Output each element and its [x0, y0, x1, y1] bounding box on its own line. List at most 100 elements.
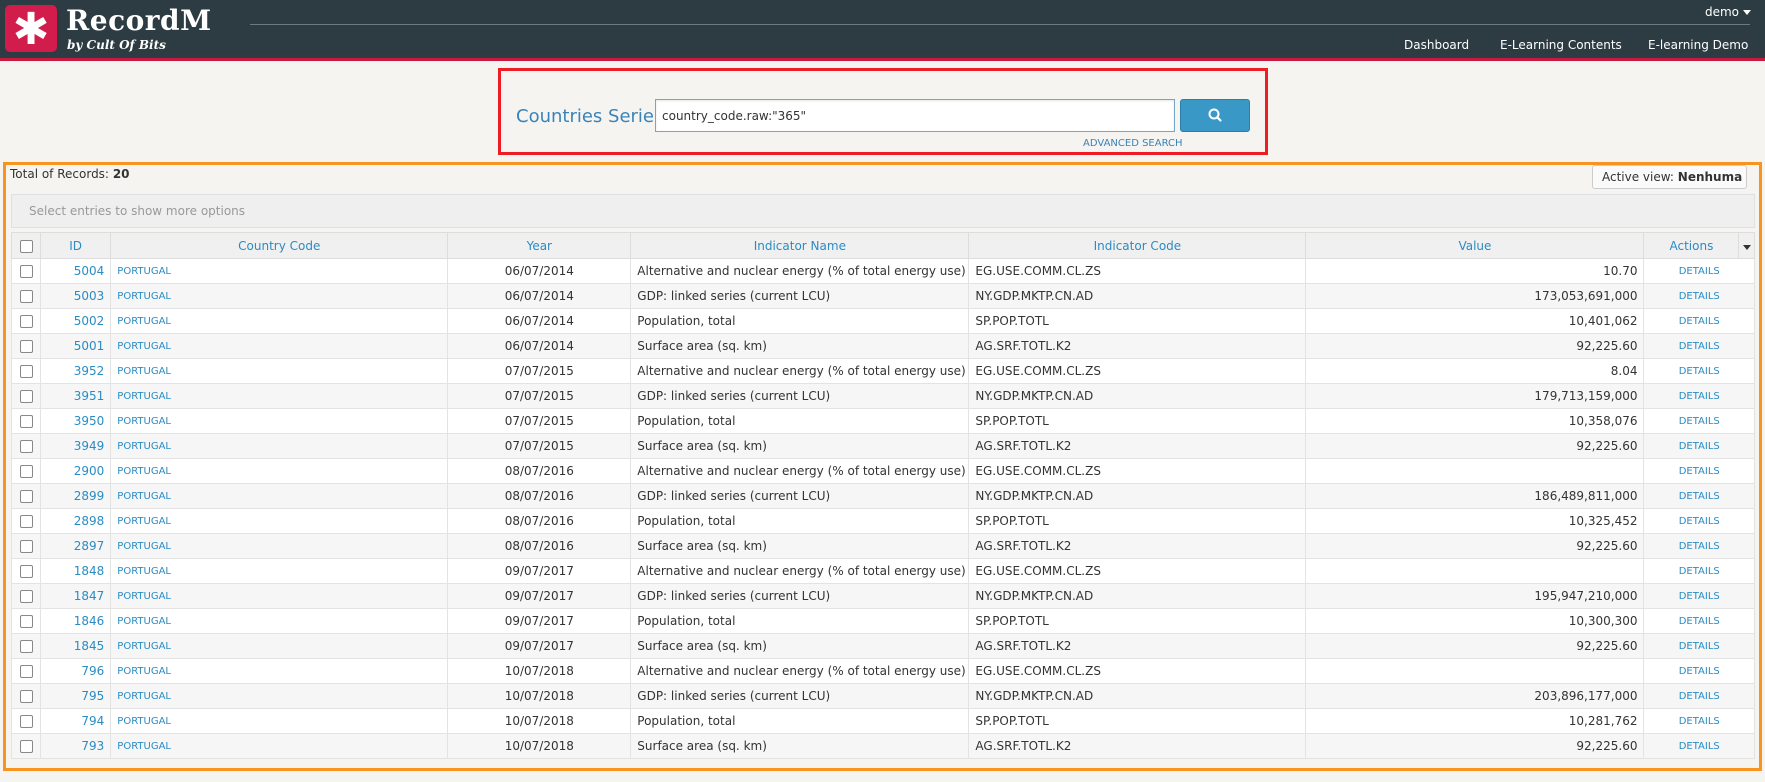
- row-details-link[interactable]: DETAILS: [1643, 383, 1755, 409]
- row-details-link[interactable]: DETAILS: [1643, 633, 1755, 659]
- row-indicator-name: Population, total: [630, 408, 970, 434]
- row-id[interactable]: 1848: [39, 558, 112, 584]
- row-checkbox[interactable]: [19, 690, 33, 703]
- row-checkbox[interactable]: [19, 515, 33, 528]
- active-view-dropdown[interactable]: Active view: Nenhuma: [1592, 165, 1747, 202]
- user-menu[interactable]: demo: [1705, 5, 1751, 19]
- nav-dashboard[interactable]: Dashboard: [1404, 38, 1469, 52]
- nav-elearning-demo[interactable]: E-learning Demo: [1648, 38, 1748, 52]
- column-header-year[interactable]: Year: [447, 232, 632, 259]
- nav-elearning-contents[interactable]: E-Learning Contents: [1500, 38, 1622, 52]
- row-details-link[interactable]: DETAILS: [1643, 408, 1755, 434]
- row-checkbox[interactable]: [19, 340, 33, 353]
- row-country-code[interactable]: PORTUGAL: [110, 433, 449, 459]
- row-id[interactable]: 3950: [39, 408, 112, 434]
- row-checkbox[interactable]: [19, 315, 33, 328]
- row-country-code[interactable]: PORTUGAL: [110, 408, 449, 434]
- row-country-code[interactable]: PORTUGAL: [110, 708, 449, 734]
- row-country-code[interactable]: PORTUGAL: [110, 483, 449, 509]
- row-details-link[interactable]: DETAILS: [1643, 483, 1755, 509]
- row-indicator-name: Alternative and nuclear energy (% of tot…: [630, 458, 970, 484]
- row-country-code[interactable]: PORTUGAL: [110, 508, 449, 534]
- row-id[interactable]: 5003: [39, 283, 112, 309]
- row-checkbox[interactable]: [19, 415, 33, 428]
- row-country-code[interactable]: PORTUGAL: [110, 733, 449, 759]
- row-details-link[interactable]: DETAILS: [1643, 533, 1755, 559]
- row-details-link[interactable]: DETAILS: [1643, 708, 1755, 734]
- logo[interactable]: ✱: [5, 5, 57, 55]
- column-menu-button[interactable]: [1738, 232, 1755, 259]
- row-id[interactable]: 3949: [39, 433, 112, 459]
- row-country-code[interactable]: PORTUGAL: [110, 683, 449, 709]
- advanced-search-link[interactable]: ADVANCED SEARCH: [1083, 138, 1183, 149]
- row-checkbox[interactable]: [19, 615, 33, 628]
- row-id[interactable]: 3952: [39, 358, 112, 384]
- row-checkbox[interactable]: [19, 290, 33, 303]
- row-id[interactable]: 3951: [39, 383, 112, 409]
- row-checkbox[interactable]: [19, 590, 33, 603]
- search-input[interactable]: [655, 99, 1175, 132]
- row-id[interactable]: 2900: [39, 458, 112, 484]
- row-country-code[interactable]: PORTUGAL: [110, 358, 449, 384]
- row-country-code[interactable]: PORTUGAL: [110, 458, 449, 484]
- row-checkbox[interactable]: [19, 565, 33, 578]
- search-button[interactable]: [1180, 99, 1250, 132]
- row-country-code[interactable]: PORTUGAL: [110, 283, 449, 309]
- row-country-code[interactable]: PORTUGAL: [110, 558, 449, 584]
- row-details-link[interactable]: DETAILS: [1643, 508, 1755, 534]
- row-checkbox[interactable]: [19, 365, 33, 378]
- row-id[interactable]: 2897: [39, 533, 112, 559]
- row-checkbox[interactable]: [19, 465, 33, 478]
- row-details-link[interactable]: DETAILS: [1643, 283, 1755, 309]
- row-id[interactable]: 5001: [39, 333, 112, 359]
- row-checkbox[interactable]: [19, 440, 33, 453]
- row-checkbox[interactable]: [19, 640, 33, 653]
- row-checkbox[interactable]: [19, 715, 33, 728]
- row-id[interactable]: 5004: [39, 258, 112, 284]
- column-header-value[interactable]: Value: [1305, 232, 1645, 259]
- row-country-code[interactable]: PORTUGAL: [110, 333, 449, 359]
- row-country-code[interactable]: PORTUGAL: [110, 583, 449, 609]
- row-id[interactable]: 1846: [39, 608, 112, 634]
- row-country-code[interactable]: PORTUGAL: [110, 383, 449, 409]
- row-id[interactable]: 2898: [39, 508, 112, 534]
- select-all-checkbox[interactable]: [19, 239, 33, 253]
- column-header-indicator-code[interactable]: Indicator Code: [968, 232, 1307, 259]
- row-country-code[interactable]: PORTUGAL: [110, 258, 449, 284]
- row-id[interactable]: 5002: [39, 308, 112, 334]
- row-indicator-code: SP.POP.TOTL: [968, 508, 1307, 534]
- row-details-link[interactable]: DETAILS: [1643, 558, 1755, 584]
- row-checkbox[interactable]: [19, 490, 33, 503]
- row-country-code[interactable]: PORTUGAL: [110, 633, 449, 659]
- row-details-link[interactable]: DETAILS: [1643, 683, 1755, 709]
- row-details-link[interactable]: DETAILS: [1643, 358, 1755, 384]
- row-details-link[interactable]: DETAILS: [1643, 733, 1755, 759]
- row-details-link[interactable]: DETAILS: [1643, 433, 1755, 459]
- row-checkbox[interactable]: [19, 665, 33, 678]
- row-details-link[interactable]: DETAILS: [1643, 583, 1755, 609]
- row-details-link[interactable]: DETAILS: [1643, 308, 1755, 334]
- row-id[interactable]: 2899: [39, 483, 112, 509]
- row-country-code[interactable]: PORTUGAL: [110, 308, 449, 334]
- row-country-code[interactable]: PORTUGAL: [110, 533, 449, 559]
- row-id[interactable]: 795: [39, 683, 112, 709]
- row-details-link[interactable]: DETAILS: [1643, 258, 1755, 284]
- row-id[interactable]: 793: [39, 733, 112, 759]
- row-country-code[interactable]: PORTUGAL: [110, 608, 449, 634]
- row-id[interactable]: 1847: [39, 583, 112, 609]
- row-details-link[interactable]: DETAILS: [1643, 333, 1755, 359]
- row-id[interactable]: 1845: [39, 633, 112, 659]
- column-header-indicator-name[interactable]: Indicator Name: [630, 232, 970, 259]
- row-checkbox[interactable]: [19, 540, 33, 553]
- row-details-link[interactable]: DETAILS: [1643, 608, 1755, 634]
- row-checkbox[interactable]: [19, 740, 33, 753]
- row-id[interactable]: 796: [39, 658, 112, 684]
- row-checkbox[interactable]: [19, 390, 33, 403]
- row-details-link[interactable]: DETAILS: [1643, 458, 1755, 484]
- column-header-country-code[interactable]: Country Code: [110, 232, 449, 259]
- row-country-code[interactable]: PORTUGAL: [110, 658, 449, 684]
- row-details-link[interactable]: DETAILS: [1643, 658, 1755, 684]
- column-header-id[interactable]: ID: [39, 232, 112, 259]
- row-id[interactable]: 794: [39, 708, 112, 734]
- row-checkbox[interactable]: [19, 265, 33, 278]
